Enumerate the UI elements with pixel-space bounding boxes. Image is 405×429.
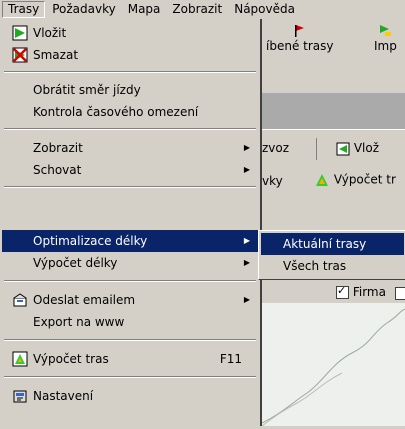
second-checkbox[interactable]: [395, 287, 405, 300]
submenu-arrow-icon: ▶: [243, 295, 250, 304]
menu-item-vypocet-tras[interactable]: Výpočet tras F11: [2, 348, 258, 370]
menu-separator: [4, 280, 256, 282]
submenu-item-vsech[interactable]: Všech tras: [261, 255, 404, 277]
route-flag-icon: [294, 25, 304, 37]
tab-bar: zvoz Vlož: [262, 129, 405, 166]
delete-icon: [12, 47, 28, 63]
menubar-trasy[interactable]: Trasy: [2, 1, 46, 18]
menubar-pozadavky[interactable]: Požadavky: [47, 1, 121, 18]
menu-item-optimalizace[interactable]: Optimalizace délky ▶: [2, 230, 258, 252]
menu-separator: [4, 339, 256, 341]
menu-separator: [4, 186, 256, 188]
firma-label: Firma: [352, 285, 386, 299]
shortcut-f11: F11: [219, 352, 242, 366]
inner-title-bar: [262, 93, 405, 129]
menu-label-vypocet-delky: Výpočet délky: [33, 256, 118, 270]
insert-icon: [12, 25, 28, 41]
submenu-arrow-icon: ▶: [243, 258, 250, 267]
firma-checkbox-group[interactable]: Firma: [336, 284, 386, 299]
route-calc-icon: [316, 174, 328, 186]
tab-divider: [316, 138, 317, 160]
submenu-arrow-icon: ▶: [243, 143, 250, 152]
submenu-arrow-icon: ▶: [243, 165, 250, 174]
tab-vlozit-label: Vlož: [353, 141, 380, 155]
menubar-mapa[interactable]: Mapa: [123, 1, 166, 18]
route-calc-icon: [12, 351, 28, 367]
menu-item-schovat[interactable]: Schovat ▶: [2, 159, 258, 181]
menu-label-kontrola: Kontrola časového omezení: [33, 105, 199, 119]
menu-label-schovat: Schovat: [33, 163, 82, 177]
toolbar-row2: vky Výpočet tr: [262, 165, 405, 201]
menu-separator: [4, 376, 256, 378]
email-icon: [13, 293, 27, 307]
map-view[interactable]: [261, 303, 405, 427]
menu-item-kontrola[interactable]: Kontrola časového omezení: [2, 101, 258, 123]
menu-item-nastaveni[interactable]: Nastavení: [2, 385, 258, 407]
menu-label-nastaveni: Nastavení: [33, 389, 94, 403]
submenu-item-aktualni[interactable]: Aktuální trasy: [261, 233, 404, 255]
settings-icon: [13, 390, 27, 403]
menu-label-obratit: Obrátit směr jízdy: [33, 83, 141, 97]
route-calc-button[interactable]: Výpočet tr: [314, 172, 396, 188]
background-window: íbené trasy Imp zvoz Vlož vky Výpočet tr…: [261, 19, 405, 427]
menu-item-odeslat[interactable]: Odeslat emailem ▶: [2, 289, 258, 311]
menu-label-odeslat: Odeslat emailem: [33, 293, 136, 307]
menu-item-export[interactable]: Export na www: [2, 311, 258, 333]
tab-vlozit[interactable]: Vlož: [336, 139, 379, 157]
firma-checkbox[interactable]: [336, 284, 349, 299]
menu-item-zobrazit[interactable]: Zobrazit ▶: [2, 137, 258, 159]
menu-separator: [4, 71, 256, 73]
menu-label-vypocet-tras: Výpočet tras: [33, 352, 109, 366]
import-icon: [380, 25, 392, 36]
menubar-zobrazit[interactable]: Zobrazit: [167, 1, 227, 18]
menu-item-smazat[interactable]: Smazat: [2, 44, 258, 66]
optimalizace-submenu: Aktuální trasy Všech tras: [258, 230, 405, 280]
menu-label-optimalizace: Optimalizace délky: [33, 234, 148, 248]
menu-label-export: Export na www: [33, 315, 125, 329]
route-calc-label: Výpočet tr: [333, 172, 396, 187]
menubar-napoveda[interactable]: Nápověda: [229, 1, 300, 18]
favorite-routes-label: íbené trasy: [266, 39, 334, 53]
filter-row: Firma: [262, 283, 405, 303]
import-label: Imp: [374, 39, 397, 53]
insert-icon: [336, 142, 350, 155]
menu-label-vlozit: Vložit: [33, 26, 67, 40]
toolbar: íbené trasy Imp: [262, 19, 405, 93]
trasy-menu: Vložit Smazat Obrátit směr jízdy Kontrol…: [0, 19, 262, 426]
menubar: Trasy Požadavky Mapa Zobrazit Nápověda: [0, 0, 405, 19]
submenu-arrow-icon: ▶: [243, 236, 250, 245]
submenu-label-aktualni: Aktuální trasy: [283, 237, 367, 251]
menu-item-obratit[interactable]: Obrátit směr jízdy: [2, 79, 258, 101]
submenu-label-vsech: Všech tras: [283, 259, 347, 273]
row2-label-left: vky: [262, 174, 283, 188]
menu-label-smazat: Smazat: [33, 48, 79, 62]
menu-item-vlozit[interactable]: Vložit: [2, 22, 258, 44]
favorite-routes-button[interactable]: íbené trasy: [266, 23, 333, 53]
menu-item-vypocet-delky[interactable]: Výpočet délky ▶: [2, 252, 258, 274]
tab-rozvoz[interactable]: zvoz: [262, 139, 289, 157]
menu-label-zobrazit: Zobrazit: [33, 141, 83, 155]
map-borders: [261, 308, 405, 427]
import-button[interactable]: Imp: [374, 23, 397, 53]
menu-separator: [4, 128, 256, 130]
